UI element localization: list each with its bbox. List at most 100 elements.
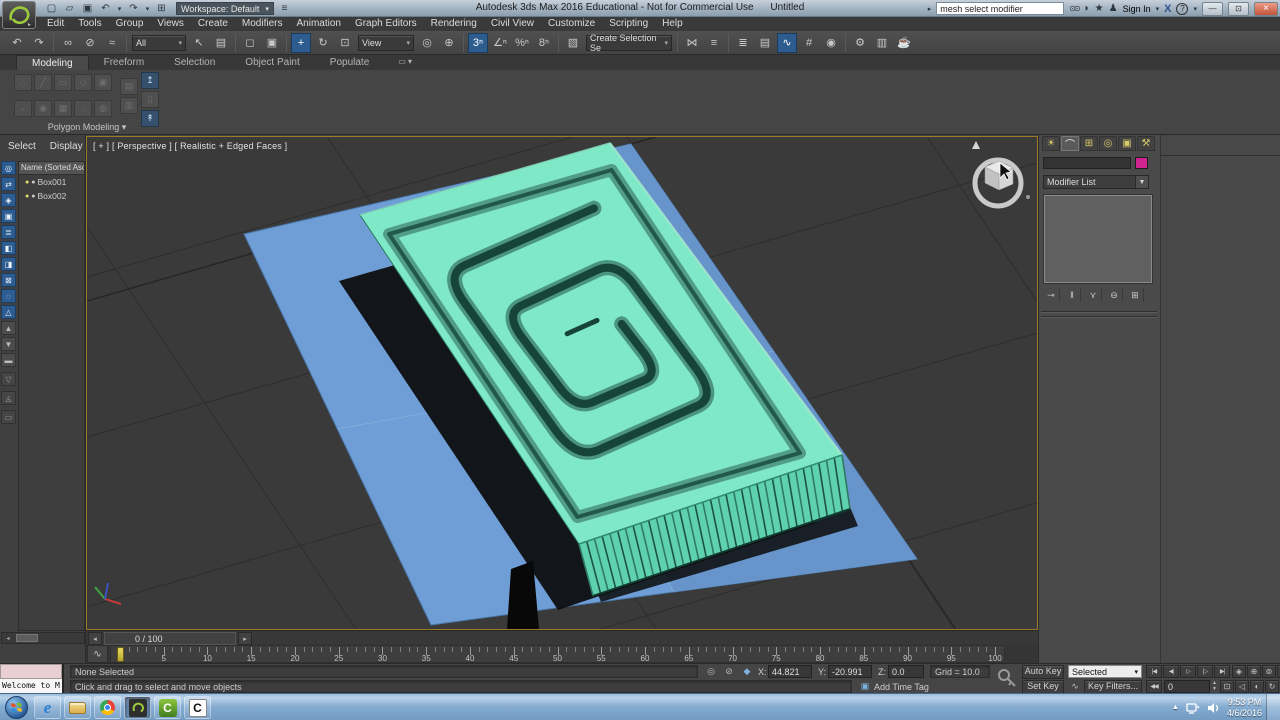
frame-back-icon[interactable]: ◂ [88,632,102,645]
selection-lock-icon[interactable]: ⊘ [722,665,736,678]
listener-macro-pane[interactable] [0,664,62,679]
search-input[interactable] [936,2,1065,15]
explorer-settings[interactable]: ▭ [1,410,16,424]
workspace-dropdown[interactable]: Workspace: Default ▾ [176,2,274,15]
start-button[interactable] [5,696,28,719]
orbit-view[interactable]: ↻ [1265,680,1279,693]
spinner-snap-toggle[interactable]: 8ⁿ [534,33,554,53]
material-editor-button[interactable]: ◉ [821,33,841,53]
restore-button[interactable]: ⊡ [1228,1,1249,16]
show-end-result[interactable]: ‖ [1064,288,1081,302]
previous-key-button[interactable]: ◀◀ [1146,680,1162,693]
object-name-field[interactable] [1043,157,1131,169]
minimize-button[interactable]: — [1202,1,1223,16]
named-selection-dropdown[interactable]: Create Selection Se ▾ [586,33,672,53]
chevron-down-icon[interactable]: ▾ [1193,5,1197,13]
scroll-left-icon[interactable]: ◂ [2,633,14,643]
key-mode-toggle[interactable]: ◈ [1232,665,1246,678]
auto-key-button[interactable]: Auto Key [1022,665,1064,679]
isolate-selection-icon[interactable]: ◎ [704,665,718,678]
explorer-pick[interactable]: ◈ [1,193,16,207]
tab-hierarchy[interactable]: ⊞ [1080,136,1098,151]
select-and-manipulate[interactable]: ⊕ [439,33,459,53]
taskbar-chrome[interactable] [94,696,121,719]
keyable-icon[interactable]: ∿ [1068,680,1082,693]
tab-selection[interactable]: Selection [159,55,230,70]
undo-icon[interactable]: ↶ [98,2,113,16]
tab-object-paint[interactable]: Object Paint [230,55,314,70]
chevron-down-icon[interactable]: ▾ [1156,5,1160,13]
show-desktop-button[interactable] [1266,694,1280,720]
percent-snap-toggle[interactable]: %ⁿ [512,33,532,53]
time-slider-handle[interactable] [116,647,124,662]
key-mode-dropdown[interactable]: Selected ▾ [1068,665,1142,678]
time-ruler[interactable]: 5 10 15 20 25 30 35 40 45 50 55 60 65 70 75 80 85 90 95 100 [110,645,1005,663]
remove-modifier[interactable]: ⊖ [1106,288,1123,302]
rectangular-selection-region[interactable]: ◻ [240,33,260,53]
search-icon[interactable]: ⊙⊙ [1069,4,1080,13]
zoom-all[interactable]: ⊚ [1262,665,1276,678]
select-and-move[interactable]: + [291,32,311,53]
menu-views[interactable]: Views [150,17,191,31]
render-setup-button[interactable]: ⚙ [850,33,870,53]
ring-mode[interactable]: ◌ [74,100,92,117]
loop-mode[interactable]: ◍ [94,100,112,117]
taskbar-camtasia-recorder[interactable]: C [184,696,211,719]
use-pivot-point-center[interactable]: ◎ [417,33,437,53]
save-file-icon[interactable]: ▣ [80,2,95,16]
select-by-name[interactable]: ▤ [211,33,231,53]
previous-frame[interactable]: ◀| [1163,665,1179,678]
redo-button[interactable]: ↷ [29,33,49,53]
taskbar-clock[interactable]: 9:53 PM 4/6/2016 [1227,697,1262,719]
tab-modeling[interactable]: Modeling [16,55,89,70]
tab-motion[interactable]: ◎ [1099,136,1117,151]
list-item[interactable]: ● ● Box001 [19,175,84,189]
menu-create[interactable]: Create [191,17,235,31]
explorer-display-helpers[interactable]: ⊠ [1,273,16,287]
menu-group[interactable]: Group [109,17,151,31]
time-tag-icon[interactable]: ▣ [858,680,872,693]
taskbar-camtasia[interactable]: C [154,696,181,719]
z-coordinate-field[interactable]: 0.0 [888,665,924,678]
polygon-modeling-caption[interactable]: Polygon Modeling ▾ [14,122,160,133]
bind-to-space-warp[interactable]: ≈ [102,33,122,53]
mode-polygon[interactable]: ◇ [74,74,92,91]
project-folder-icon[interactable]: ⊞ [154,2,169,16]
expand-arrow-icon[interactable]: ▸ [928,5,932,13]
snaps-toggle[interactable]: 3ⁿ [468,32,488,53]
close-button[interactable]: × [1254,1,1278,16]
menu-customize[interactable]: Customize [541,17,602,31]
menu-edit[interactable]: Edit [40,17,71,31]
select-and-scale[interactable]: ⊡ [335,33,355,53]
explorer-display-geometry[interactable]: ▣ [1,209,16,223]
taskbar-internet-explorer[interactable]: e [34,696,61,719]
align-button[interactable]: ≡ [704,33,724,53]
explorer-filter[interactable]: ▽ [1,372,16,386]
open-file-icon[interactable]: ▱ [62,2,77,16]
explorer-hscrollbar[interactable]: ◂ [1,632,85,644]
pin-stack-ribbon[interactable]: ▥ [120,97,138,114]
add-time-tag[interactable]: Add Time Tag [874,682,929,692]
redo-dropdown-icon[interactable]: ▾ [144,2,151,16]
object-color-swatch[interactable] [1135,157,1148,169]
select-and-rotate[interactable]: ↻ [313,33,333,53]
frame-forward-icon[interactable]: ▸ [238,632,252,645]
redo-icon[interactable]: ↷ [126,2,141,16]
tray-expand-icon[interactable]: ▲ [1172,704,1179,711]
show-end-result-ribbon[interactable]: ▯ [141,91,159,108]
sign-in-link[interactable]: Sign In [1123,4,1151,14]
explorer-sort-descending[interactable]: ▼ [1,337,16,351]
field-of-view[interactable]: ◁ [1235,680,1249,693]
select-object[interactable]: ↖ [189,33,209,53]
help-icon[interactable]: ? [1176,2,1189,15]
set-key-button[interactable]: Set Key [1022,680,1064,694]
viewcube[interactable] [972,141,1030,209]
explorer-display-bones[interactable]: △ [1,305,16,319]
undo-button[interactable]: ↶ [7,33,27,53]
rendered-frame-window[interactable]: ▥ [872,33,892,53]
edit-named-selection-sets[interactable]: ▧ [563,33,583,53]
list-item[interactable]: ● ● Box002 [19,189,84,203]
menu-animation[interactable]: Animation [289,17,347,31]
perspective-viewport[interactable]: [ + ] [ Perspective ] [ Realistic + Edge… [86,136,1038,630]
selection-filter-dropdown[interactable]: All ▾ [132,34,186,51]
